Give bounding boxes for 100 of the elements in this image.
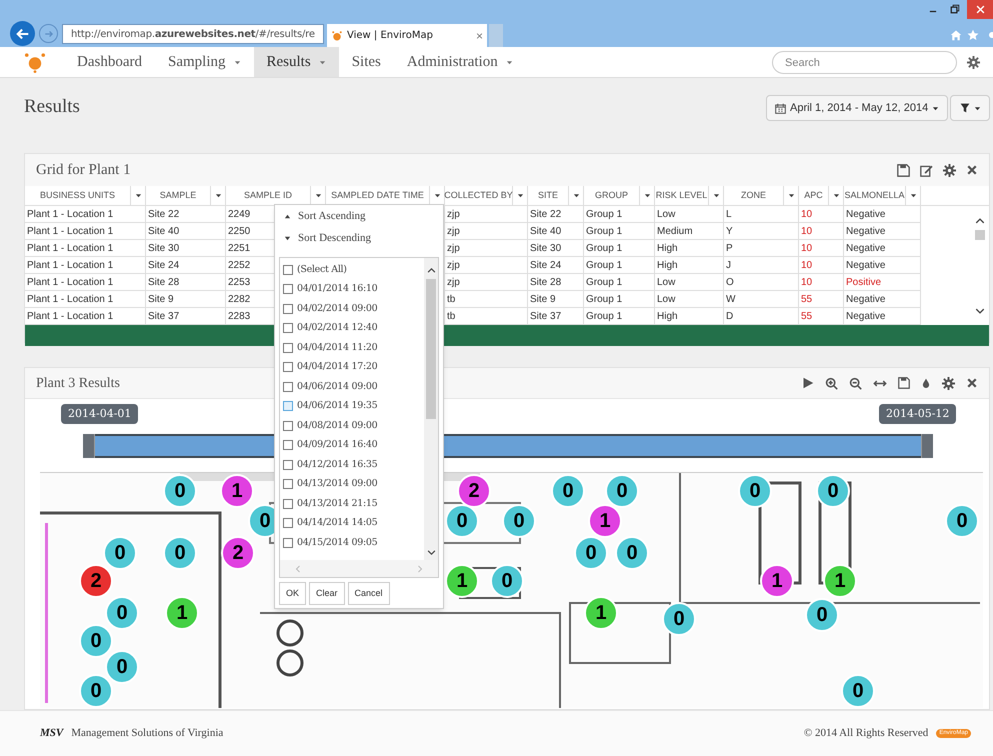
- scrollbar-thumb[interactable]: [426, 279, 436, 419]
- table-cell: Negative: [844, 223, 921, 240]
- checkbox[interactable]: [283, 498, 293, 509]
- column-header[interactable]: SALMONELLA: [844, 186, 906, 205]
- calendar-icon: [775, 102, 786, 114]
- star-icon[interactable]: [967, 29, 979, 41]
- table-cell: O: [724, 274, 799, 291]
- date-range-button[interactable]: April 1, 2014 - May 12, 2014: [766, 95, 948, 121]
- zoom-in-icon[interactable]: [825, 376, 838, 390]
- column-header[interactable]: SITE: [528, 186, 569, 205]
- site-logo-icon: [331, 30, 343, 42]
- table-cell: Site 22: [528, 206, 584, 223]
- browser-tab[interactable]: View | EnviroMap ×: [327, 24, 487, 47]
- column-header[interactable]: ZONE: [724, 186, 784, 205]
- checkbox[interactable]: [283, 538, 293, 548]
- chevron-up-icon: [975, 216, 985, 226]
- option-label: 04/09/2014 16:40: [297, 438, 378, 452]
- filter-button[interactable]: [950, 95, 990, 121]
- table-cell: Site 22: [146, 206, 226, 223]
- close-icon[interactable]: [966, 164, 978, 176]
- option-label: 04/13/2014 09:00: [297, 477, 378, 492]
- copyright-text: © 2014 All Rights Reserved: [804, 726, 928, 742]
- table-cell: Site 9: [146, 291, 226, 308]
- table-cell: Site 30: [528, 240, 584, 257]
- menu-button[interactable]: OK: [279, 582, 306, 605]
- caret-icon: [516, 192, 524, 199]
- table-cell: 10: [799, 274, 844, 291]
- menu-button[interactable]: Clear: [309, 582, 345, 605]
- url-text: http://enviromap.azurewebsites.net/#/results/re: [71, 28, 315, 42]
- range-start-handle[interactable]: [83, 434, 95, 458]
- close-icon[interactable]: [966, 377, 978, 389]
- scrollbar-thumb[interactable]: [975, 230, 985, 240]
- checkbox[interactable]: [283, 362, 293, 372]
- tab-title: View | EnviroMap: [347, 29, 433, 43]
- chevron-up-icon: [426, 266, 436, 275]
- table-cell: Plant 1 - Location 1: [25, 257, 146, 274]
- table-cell: 10: [799, 257, 844, 274]
- checkbox[interactable]: [283, 479, 293, 490]
- range-end-handle[interactable]: [921, 434, 933, 458]
- settings-icon[interactable]: [943, 164, 956, 176]
- checkbox[interactable]: [283, 304, 293, 314]
- save-icon[interactable]: [898, 377, 910, 389]
- save-icon[interactable]: [897, 164, 910, 176]
- column-header[interactable]: RISK LEVEL: [655, 186, 709, 205]
- close-window-button[interactable]: [967, 0, 993, 19]
- horizontal-scrollbar[interactable]: [280, 560, 438, 577]
- edit-icon[interactable]: [920, 164, 933, 176]
- nav-menu-item[interactable]: Sites: [338, 47, 394, 77]
- checkbox[interactable]: [283, 420, 293, 431]
- nav-menu-item[interactable]: Dashboard: [64, 47, 155, 77]
- checkbox[interactable]: [283, 264, 293, 275]
- table-cell: Group 1: [584, 240, 655, 257]
- menu-button[interactable]: Cancel: [348, 582, 390, 605]
- column-header[interactable]: APC: [799, 186, 829, 205]
- caret-icon: [910, 192, 916, 199]
- triangle-up-icon: [284, 212, 291, 220]
- table-cell: 10: [799, 240, 844, 257]
- table-cell: Low: [655, 274, 724, 291]
- checkbox[interactable]: [283, 323, 293, 334]
- settings-icon[interactable]: [942, 376, 955, 390]
- column-header[interactable]: GROUP: [584, 186, 640, 205]
- column-header[interactable]: SAMPLE: [146, 186, 211, 205]
- table-cell: Negative: [844, 240, 921, 257]
- checkbox[interactable]: [283, 342, 293, 353]
- table-cell: Plant 1 - Location 1: [25, 274, 146, 291]
- table-cell: Plant 1 - Location 1: [25, 206, 146, 223]
- address-bar[interactable]: http://enviromap.azurewebsites.net/#/results/re: [62, 24, 324, 44]
- zoom-out-icon[interactable]: [849, 376, 862, 390]
- restore-icon[interactable]: [950, 4, 960, 14]
- tab-close-button[interactable]: ×: [476, 26, 483, 44]
- checkbox[interactable]: [283, 440, 293, 450]
- checkbox[interactable]: [283, 401, 293, 412]
- table-cell: Site 28: [146, 274, 226, 291]
- back-arrow-icon: [16, 26, 30, 40]
- checkbox[interactable]: [283, 284, 293, 294]
- column-header[interactable]: BUSINESS UNITS: [25, 186, 131, 205]
- table-cell: Site 40: [528, 223, 584, 240]
- column-header[interactable]: COLLECTED BY: [445, 186, 513, 205]
- chevron-left-icon: [294, 564, 302, 572]
- search-field[interactable]: Search: [772, 51, 957, 74]
- scrollbar[interactable]: [973, 216, 987, 316]
- drop-icon[interactable]: [921, 377, 931, 389]
- back-button[interactable]: [10, 21, 35, 46]
- checkbox[interactable]: [283, 518, 293, 528]
- play-icon[interactable]: [802, 377, 814, 389]
- scrollbar[interactable]: [424, 258, 438, 561]
- nav-menu-item[interactable]: Sampling: [154, 47, 254, 77]
- table-cell: Positive: [844, 274, 921, 291]
- checkbox[interactable]: [283, 382, 293, 392]
- settings-icon[interactable]: [967, 56, 980, 69]
- table-cell: zjp: [445, 257, 528, 274]
- table-cell: tb: [445, 291, 528, 308]
- company-logo: MSV: [40, 726, 64, 742]
- checkbox[interactable]: [283, 460, 293, 470]
- table-cell: Group 1: [584, 206, 655, 223]
- table-cell: 55: [799, 291, 844, 308]
- company-name: Management Solutions of Virginia: [71, 726, 224, 742]
- nav-menu-item[interactable]: Results: [254, 47, 339, 77]
- table-cell: Site 9: [528, 291, 584, 308]
- nav-menu-item[interactable]: Administration: [394, 47, 526, 77]
